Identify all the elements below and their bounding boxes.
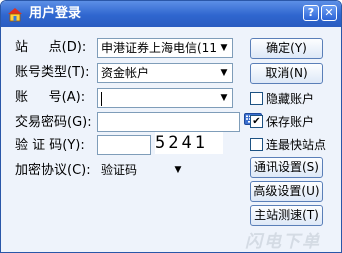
- login-window: 用户登录 ? ✕ 站 点(D): 申港证券上海电信(11 ▼ 账号类型(T): …: [0, 0, 342, 253]
- account-input[interactable]: ▼: [97, 88, 233, 108]
- cancel-button[interactable]: 取消(N): [250, 63, 323, 84]
- verify-code-label: 验 证 码(Y):: [15, 138, 85, 153]
- close-button[interactable]: ✕: [321, 5, 337, 21]
- checkmark-icon[interactable]: ✔: [250, 115, 263, 128]
- encrypt-select[interactable]: 验证码 ▼: [97, 160, 187, 180]
- chevron-down-icon[interactable]: ▼: [170, 161, 186, 179]
- save-account-label: 保存账户: [266, 115, 315, 129]
- fastest-site-label: 连最快站点: [266, 138, 327, 152]
- captcha-image[interactable]: 5241: [155, 132, 223, 154]
- hide-account-label: 隐藏账户: [266, 92, 315, 106]
- password-input[interactable]: [97, 112, 240, 132]
- comm-settings-button[interactable]: 通讯设置(S): [250, 157, 323, 178]
- save-account-checkbox[interactable]: ✔ 保存账户: [250, 114, 314, 130]
- site-label: 站 点(D):: [15, 40, 87, 55]
- chevron-down-icon[interactable]: ▼: [216, 39, 232, 57]
- help-button[interactable]: ?: [303, 5, 319, 21]
- window-title: 用户登录: [29, 6, 82, 21]
- speed-test-button[interactable]: 主站测速(T): [250, 205, 323, 226]
- verify-code-input[interactable]: [97, 135, 151, 155]
- chevron-down-icon[interactable]: ▼: [216, 89, 232, 107]
- account-type-select[interactable]: 资金帐户 ▼: [97, 63, 233, 83]
- watermark-logo: 闪电下单: [245, 232, 321, 252]
- site-select-value: 申港证券上海电信(11: [101, 41, 217, 55]
- ok-button[interactable]: 确定(Y): [250, 38, 323, 59]
- text-cursor: [101, 91, 102, 106]
- advanced-settings-button[interactable]: 高级设置(U): [250, 181, 323, 202]
- chevron-down-icon[interactable]: ▼: [216, 64, 232, 82]
- account-type-label: 账号类型(T):: [15, 65, 90, 80]
- hide-account-checkbox[interactable]: 隐藏账户: [250, 91, 314, 107]
- title-bar[interactable]: 用户登录 ? ✕: [1, 1, 341, 27]
- account-type-value: 资金帐户: [101, 66, 150, 80]
- checkbox-box[interactable]: [250, 92, 263, 105]
- site-select[interactable]: 申港证券上海电信(11 ▼: [97, 38, 233, 58]
- checkbox-box[interactable]: [250, 138, 263, 151]
- fastest-site-checkbox[interactable]: 连最快站点: [250, 137, 326, 153]
- encrypt-label: 加密协议(C):: [15, 163, 91, 178]
- app-house-icon: [8, 8, 22, 22]
- password-label: 交易密码(G):: [15, 115, 92, 130]
- account-label: 账 号(A):: [15, 90, 86, 105]
- encrypt-value: 验证码: [101, 163, 138, 177]
